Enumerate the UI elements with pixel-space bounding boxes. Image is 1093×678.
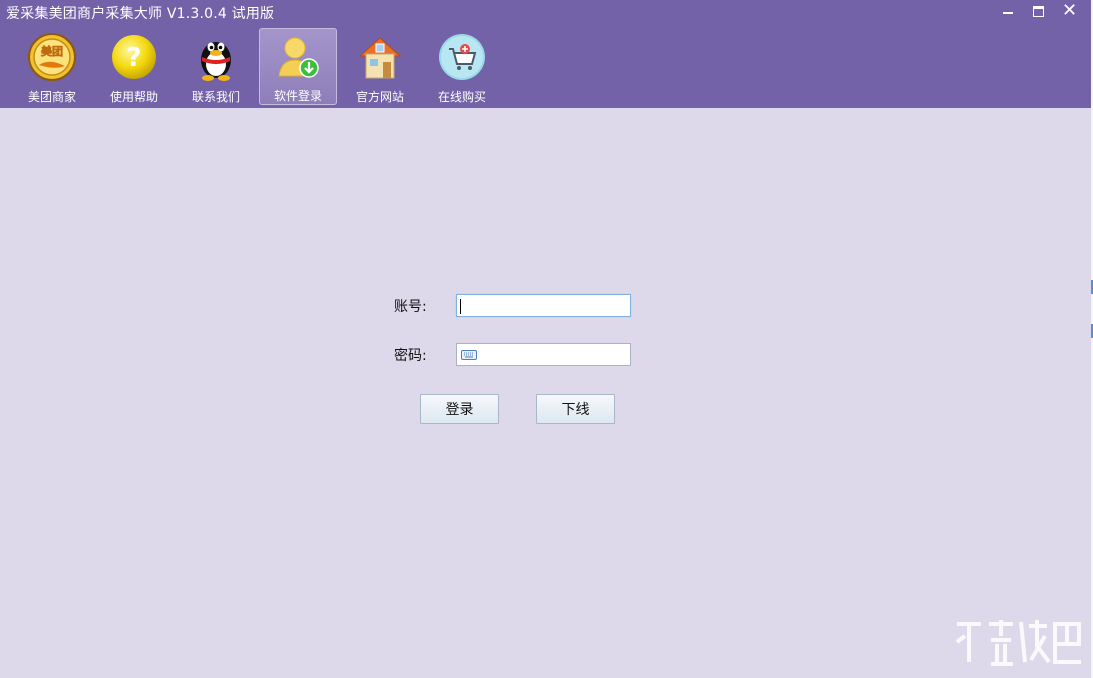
help-icon: ? [107,30,161,83]
keyboard-icon[interactable] [461,350,477,360]
cart-icon [435,30,489,83]
title-bar: 爱采集美团商户采集大师 V1.3.0.4 试用版 ✕ 美团 美团商家 ? 使用帮… [0,0,1091,108]
toolbar-item-buy[interactable]: 在线购买 [423,28,501,105]
login-button[interactable]: 登录 [420,394,499,424]
window-title: 爱采集美团商户采集大师 V1.3.0.4 试用版 [6,6,275,22]
close-icon: ✕ [1061,0,1078,21]
toolbar-label: 官方网站 [355,90,404,104]
toolbar-item-help[interactable]: ? 使用帮助 [95,28,173,105]
maximize-icon [1033,5,1044,17]
main-toolbar: 美团 美团商家 ? 使用帮助 联系我们 软件登录 官方网站 在线购买 [13,28,505,105]
minimize-icon [1002,12,1013,14]
password-label: 密码: [394,347,427,364]
toolbar-item-meituan[interactable]: 美团 美团商家 [13,28,91,105]
logout-button[interactable]: 下线 [536,394,615,424]
toolbar-label: 软件登录 [273,89,322,103]
meituan-icon: 美团 [25,30,79,83]
toolbar-label: 联系我们 [191,90,240,104]
svg-text:?: ? [126,43,141,73]
app-window: 爱采集美团商户采集大师 V1.3.0.4 试用版 ✕ 美团 美团商家 ? 使用帮… [0,0,1093,678]
account-input[interactable] [456,294,631,317]
toolbar-item-contact[interactable]: 联系我们 [177,28,255,105]
account-label: 账号: [394,298,427,315]
toolbar-label: 在线购买 [437,90,486,104]
password-input[interactable] [456,343,631,366]
password-row: 密码: [394,343,631,366]
toolbar-item-website[interactable]: 官方网站 [341,28,419,105]
qq-penguin-icon [189,30,243,83]
user-login-icon [271,31,325,82]
watermark-logo [955,620,1081,666]
close-button[interactable]: ✕ [1054,0,1085,22]
home-icon [353,30,407,83]
window-controls: ✕ [992,0,1085,22]
account-row: 账号: [394,294,631,317]
minimize-button[interactable] [992,0,1023,22]
maximize-button[interactable] [1023,0,1054,22]
meituan-badge-text: 美团 [41,44,63,58]
toolbar-item-login[interactable]: 软件登录 [259,28,337,105]
toolbar-label: 美团商家 [27,90,76,104]
text-caret [460,299,461,314]
toolbar-label: 使用帮助 [109,90,158,104]
